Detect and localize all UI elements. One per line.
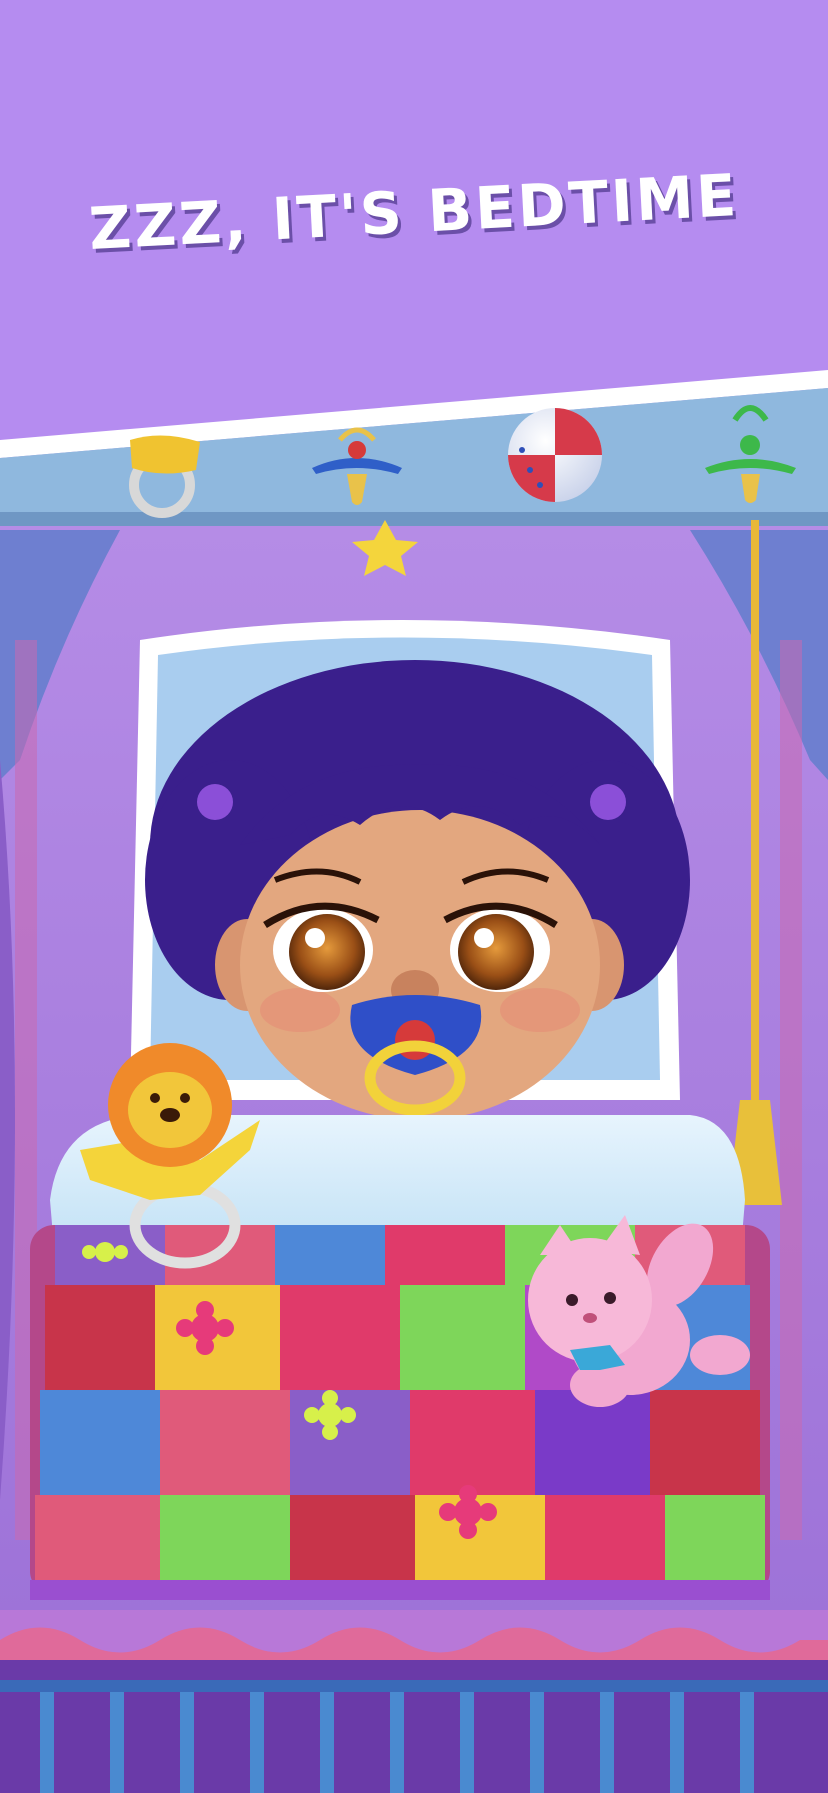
hair-tie-right — [590, 784, 626, 820]
crib-bottom-rail — [0, 1610, 828, 1793]
beach-ball-icon — [508, 408, 602, 502]
hair-tie-left — [197, 784, 233, 820]
game-scene — [0, 370, 828, 1793]
